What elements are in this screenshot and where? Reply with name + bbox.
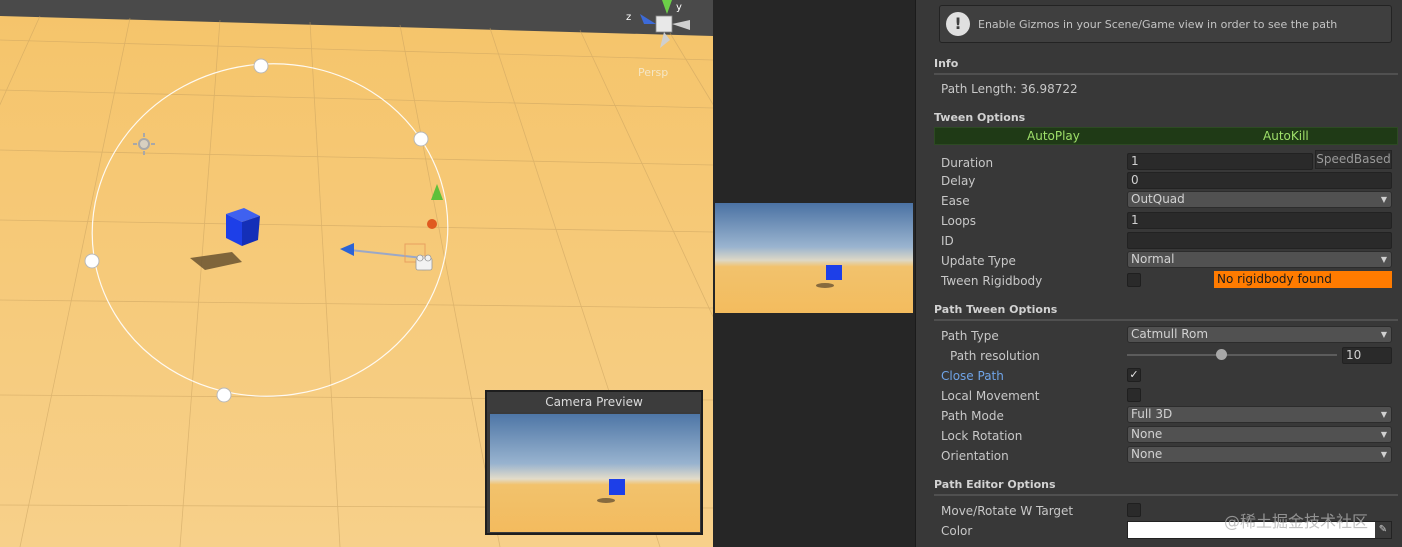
duration-field[interactable]: 1 bbox=[1127, 153, 1313, 170]
orientation-label: Orientation bbox=[941, 449, 1009, 463]
lock-rotation-value: None bbox=[1131, 427, 1163, 441]
close-path-label: Close Path bbox=[941, 369, 1004, 383]
local-movement-checkbox[interactable] bbox=[1127, 388, 1141, 402]
path-mode-label: Path Mode bbox=[941, 409, 1004, 423]
inspector-panel: ! Enable Gizmos in your Scene/Game view … bbox=[915, 0, 1402, 547]
chevron-down-icon: ▼ bbox=[1380, 410, 1387, 419]
camera-preview-title: Camera Preview bbox=[487, 392, 701, 412]
camera-preview-render bbox=[490, 414, 700, 532]
info-header: Info bbox=[934, 57, 1398, 75]
path-resolution-field[interactable]: 10 bbox=[1342, 347, 1392, 364]
no-rigidbody-warning: No rigidbody found bbox=[1214, 271, 1392, 288]
chevron-down-icon: ▼ bbox=[1380, 330, 1387, 339]
path-type-label: Path Type bbox=[941, 329, 999, 343]
path-length-text: Path Length: 36.98722 bbox=[941, 82, 1078, 96]
delay-field[interactable]: 0 bbox=[1127, 172, 1392, 189]
game-cube-shadow bbox=[816, 283, 834, 288]
loops-label: Loops bbox=[941, 214, 977, 228]
chevron-down-icon: ▼ bbox=[1380, 255, 1387, 264]
preview-cube-shadow bbox=[597, 498, 615, 503]
svg-text:z: z bbox=[626, 12, 631, 23]
svg-text:y: y bbox=[676, 2, 682, 13]
path-type-value: Catmull Rom bbox=[1131, 327, 1209, 341]
update-type-value: Normal bbox=[1131, 252, 1175, 266]
loops-field[interactable]: 1 bbox=[1127, 212, 1392, 229]
watermark-text: @稀土掘金技术社区 bbox=[1224, 512, 1369, 531]
path-editor-options-header: Path Editor Options bbox=[934, 478, 1398, 496]
ease-label: Ease bbox=[941, 194, 970, 208]
chevron-down-icon: ▼ bbox=[1380, 195, 1387, 204]
chevron-down-icon: ▼ bbox=[1380, 430, 1387, 439]
tween-rigidbody-label: Tween Rigidbody bbox=[941, 274, 1043, 288]
update-type-dropdown[interactable]: Normal ▼ bbox=[1127, 251, 1392, 268]
checkmark-icon: ✓ bbox=[1129, 368, 1139, 381]
lock-rotation-dropdown[interactable]: None ▼ bbox=[1127, 426, 1392, 443]
id-label: ID bbox=[941, 234, 954, 248]
path-type-dropdown[interactable]: Catmull Rom ▼ bbox=[1127, 326, 1392, 343]
path-resolution-slider-thumb[interactable] bbox=[1216, 349, 1227, 360]
path-resolution-label: Path resolution bbox=[950, 349, 1040, 363]
path-resolution-slider[interactable] bbox=[1127, 354, 1337, 356]
move-rotate-checkbox[interactable] bbox=[1127, 503, 1141, 517]
chevron-down-icon: ▼ bbox=[1380, 450, 1387, 459]
orientation-dropdown[interactable]: None ▼ bbox=[1127, 446, 1392, 463]
preview-cube bbox=[609, 479, 625, 495]
game-view[interactable] bbox=[713, 0, 915, 547]
orientation-value: None bbox=[1131, 447, 1163, 461]
autoplay-toggle[interactable]: AutoPlay bbox=[1027, 128, 1080, 144]
path-mode-dropdown[interactable]: Full 3D ▼ bbox=[1127, 406, 1392, 423]
move-rotate-label: Move/Rotate W Target bbox=[941, 504, 1074, 518]
color-label: Color bbox=[941, 524, 973, 538]
eyedropper-icon[interactable]: ✎ bbox=[1375, 522, 1391, 538]
warning-icon: ! bbox=[946, 12, 970, 36]
autokill-toggle[interactable]: AutoKill bbox=[1263, 128, 1309, 144]
perspective-label[interactable]: Persp bbox=[638, 66, 668, 79]
camera-preview-window: Camera Preview bbox=[485, 390, 703, 535]
game-render bbox=[715, 203, 913, 313]
duration-label: Duration bbox=[941, 156, 994, 170]
delay-label: Delay bbox=[941, 174, 976, 188]
ease-dropdown[interactable]: OutQuad ▼ bbox=[1127, 191, 1392, 208]
gizmo-warning-text: Enable Gizmos in your Scene/Game view in… bbox=[978, 18, 1338, 31]
scene-view[interactable]: z y Persp Camera Preview bbox=[0, 0, 713, 547]
cube-object[interactable] bbox=[226, 208, 260, 246]
id-field[interactable] bbox=[1127, 232, 1392, 249]
close-path-checkbox[interactable]: ✓ bbox=[1127, 368, 1141, 382]
game-cube bbox=[826, 265, 842, 280]
speedbased-toggle[interactable]: SpeedBased bbox=[1315, 150, 1392, 169]
ease-value: OutQuad bbox=[1131, 192, 1185, 206]
lock-rotation-label: Lock Rotation bbox=[941, 429, 1023, 443]
local-movement-label: Local Movement bbox=[941, 389, 1040, 403]
update-type-label: Update Type bbox=[941, 254, 1016, 268]
tween-rigidbody-checkbox[interactable] bbox=[1127, 273, 1141, 287]
path-mode-value: Full 3D bbox=[1131, 407, 1173, 421]
gizmo-warning-box: ! Enable Gizmos in your Scene/Game view … bbox=[939, 5, 1392, 43]
path-tween-options-header: Path Tween Options bbox=[934, 303, 1398, 321]
tween-toggle-bar: AutoPlay AutoKill bbox=[934, 127, 1398, 145]
